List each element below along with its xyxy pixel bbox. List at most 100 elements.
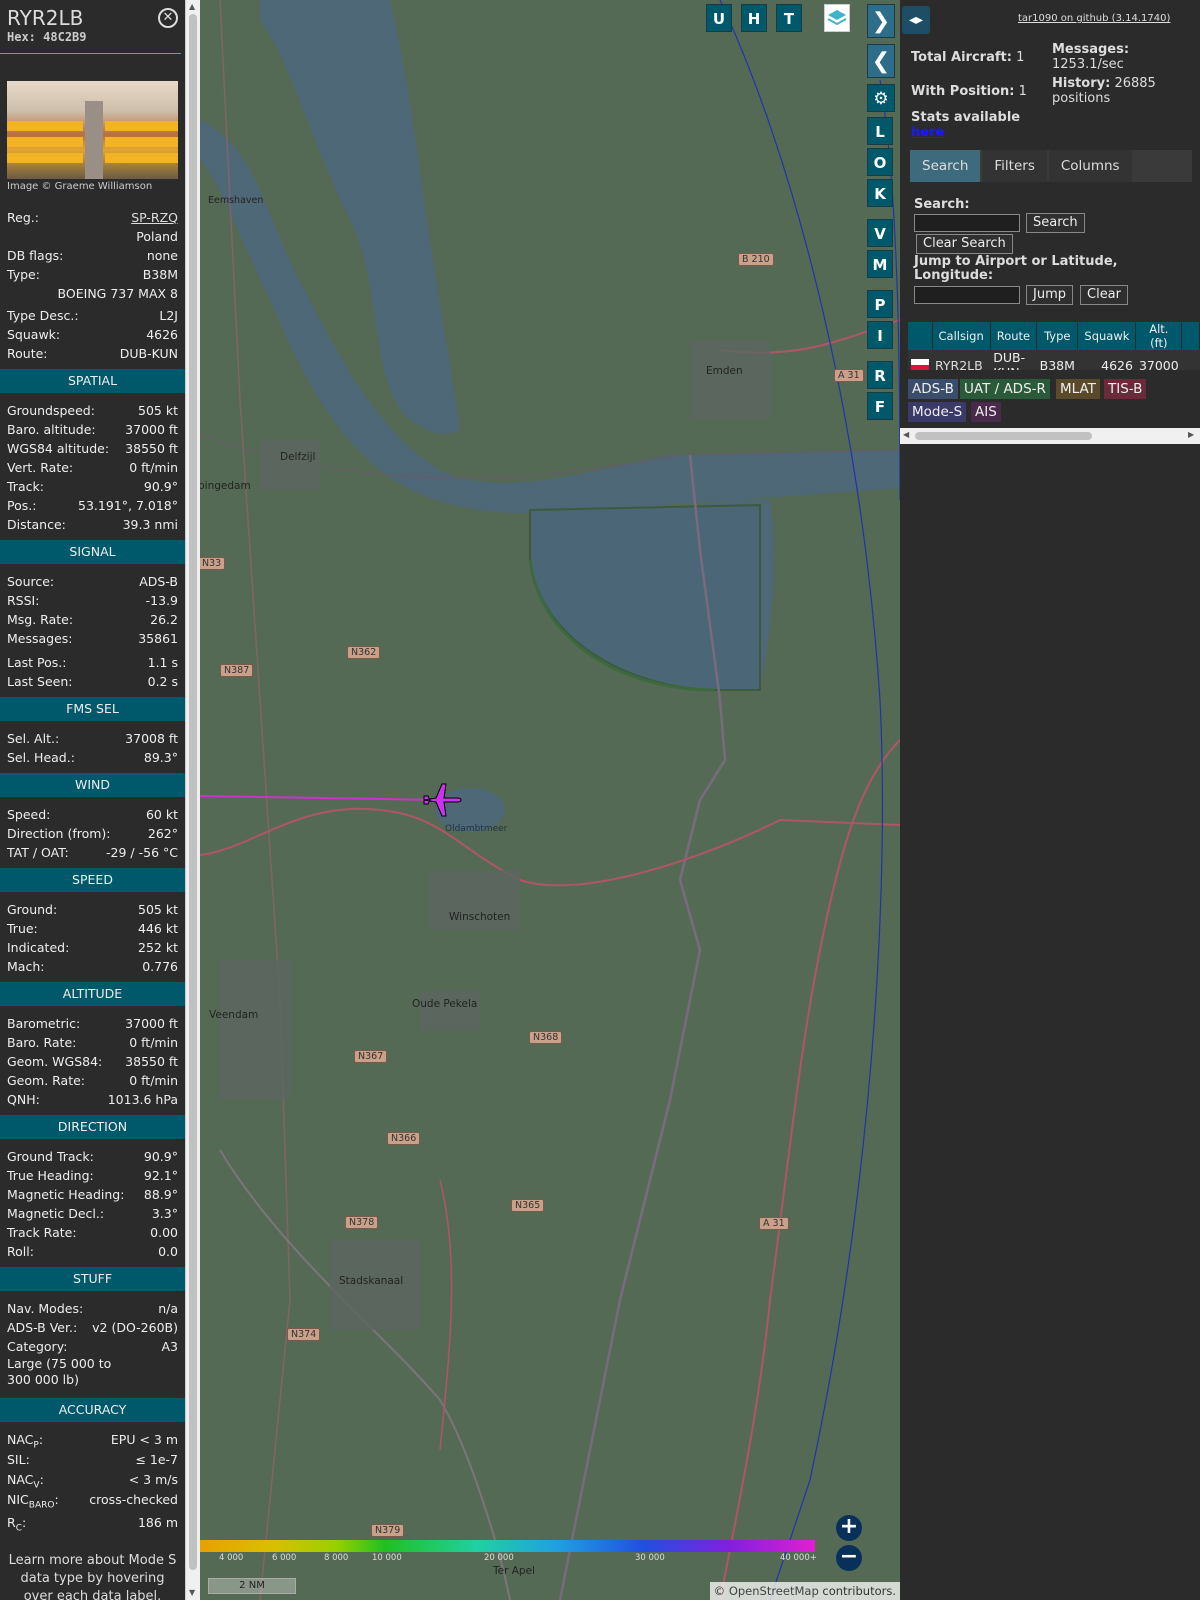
map-button-h[interactable]: H [741,4,767,32]
table-row[interactable]: RYR2LB DUB-KUN B38M 4626 37000 [908,350,1200,370]
clear-button[interactable]: Clear [1080,285,1128,305]
col-alt[interactable]: Alt. (ft) [1135,322,1183,350]
col-type[interactable]: Type [1036,322,1079,350]
map-button-l[interactable]: L [867,117,893,145]
nicbaro-label[interactable]: NIC [7,1492,29,1507]
info-label[interactable]: Sel. Head.: [7,748,75,767]
info-label[interactable]: Track Rate: [7,1223,77,1242]
section-altitude[interactable]: ALTITUDE [0,982,185,1006]
section-speed[interactable]: SPEED [0,868,185,892]
info-label[interactable]: Source: [7,572,54,591]
info-label[interactable]: Last Pos.: [7,653,66,672]
cell-callsign[interactable]: RYR2LB [932,350,991,371]
scroll-up-icon[interactable]: ▲ [189,2,195,11]
info-label[interactable]: Ground: [7,900,57,919]
map-view[interactable]: Emden Delfzijl Winschoten Oude Pekela Ve… [200,0,900,1600]
chip-tisb[interactable]: TIS-B [1104,379,1147,399]
settings-gear-icon[interactable]: ⚙ [867,84,895,112]
chevron-right-icon[interactable]: ❯ [867,4,895,38]
info-label[interactable]: Vert. Rate: [7,458,73,477]
scroll-left-icon[interactable]: ◀ [903,430,909,439]
col-flag[interactable] [908,322,933,350]
scroll-thumb[interactable] [189,14,197,1570]
info-label[interactable]: Groundspeed: [7,401,95,420]
col-route[interactable]: Route [990,322,1038,350]
info-label[interactable]: Baro. Rate: [7,1033,76,1052]
section-spatial[interactable]: SPATIAL [0,369,185,393]
github-link[interactable]: tar1090 on github (3.14.1740) [1018,13,1170,24]
info-label[interactable]: Category: [7,1337,67,1356]
map-button-m[interactable]: M [867,250,893,278]
jump-button[interactable]: Jump [1026,285,1073,305]
nacp-label[interactable]: NAC [7,1432,33,1447]
info-label[interactable]: Magnetic Decl.: [7,1204,104,1223]
map-button-k[interactable]: K [867,179,893,207]
close-icon[interactable]: ✕ [158,8,178,28]
section-fms-sel[interactable]: FMS SEL [0,697,185,721]
info-label[interactable]: Geom. WGS84: [7,1052,102,1071]
info-label[interactable]: Direction (from): [7,824,111,843]
info-label[interactable]: True Heading: [7,1166,94,1185]
section-stuff[interactable]: STUFF [0,1267,185,1291]
info-label[interactable]: Indicated: [7,938,69,957]
info-label[interactable]: WGS84 altitude: [7,439,109,458]
callsign-link[interactable]: RYR2LB [935,358,983,371]
info-label[interactable]: Barometric: [7,1014,80,1033]
section-direction[interactable]: DIRECTION [0,1115,185,1139]
search-button[interactable]: Search [1026,213,1085,233]
info-label[interactable]: Msg. Rate: [7,610,73,629]
chevron-left-icon[interactable]: ❮ [867,44,895,78]
info-label[interactable]: Magnetic Heading: [7,1185,124,1204]
layers-icon[interactable] [824,4,850,32]
stats-link[interactable]: here [911,125,944,140]
map-button-o[interactable]: O [867,148,893,176]
info-label[interactable]: Messages: [7,629,73,648]
col-more[interactable] [1181,322,1200,350]
aircraft-photo[interactable] [7,81,178,179]
info-label[interactable]: RSSI: [7,591,39,610]
info-label[interactable]: True: [7,919,38,938]
search-input[interactable] [914,214,1020,232]
info-label[interactable]: TAT / OAT: [7,843,69,862]
map-button-t[interactable]: T [776,4,802,32]
zoom-out-icon[interactable]: − [836,1545,862,1571]
map-button-i[interactable]: I [867,321,893,349]
nacv-label[interactable]: NAC [7,1472,33,1487]
tab-columns[interactable]: Columns [1048,150,1132,182]
chip-ais[interactable]: AIS [971,402,1001,422]
col-squawk[interactable]: Squawk [1077,322,1137,350]
info-label[interactable]: Mach: [7,957,44,976]
chip-mlat[interactable]: MLAT [1056,379,1100,399]
map-button-r[interactable]: R [867,361,893,389]
map-button-u[interactable]: U [706,4,732,32]
osm-link[interactable]: OpenStreetMap [729,1584,819,1598]
section-signal[interactable]: SIGNAL [0,540,185,564]
info-label[interactable]: Distance: [7,515,66,534]
chip-uat-adsr[interactable]: UAT / ADS-R [960,379,1050,399]
scroll-right-icon[interactable]: ▶ [1188,430,1194,439]
sil-label[interactable]: SIL: [7,1449,30,1470]
map-button-p[interactable]: P [867,290,893,318]
reg-link[interactable]: SP-RZQ [131,208,178,227]
info-label[interactable]: Pos.: [7,496,36,515]
info-label[interactable]: Nav. Modes: [7,1299,83,1318]
section-accuracy[interactable]: ACCURACY [0,1398,185,1422]
zoom-in-icon[interactable]: + [836,1515,862,1541]
hscroll-thumb[interactable] [915,432,1092,440]
info-label[interactable]: Geom. Rate: [7,1071,85,1090]
aircraft-icon[interactable] [420,780,464,820]
section-wind[interactable]: WIND [0,773,185,797]
col-callsign[interactable]: Callsign [932,322,991,350]
expand-collapse-icon[interactable]: ◂▸ [902,6,930,34]
rc-label[interactable]: R [7,1515,16,1530]
table-hscrollbar[interactable]: ◀ ▶ [900,428,1200,444]
info-label[interactable]: QNH: [7,1090,40,1109]
info-label[interactable]: Ground Track: [7,1147,94,1166]
info-label[interactable]: Speed: [7,805,50,824]
tab-filters[interactable]: Filters [982,150,1047,182]
info-scrollbar[interactable]: ▲ ▼ [185,0,200,1600]
info-label[interactable]: ADS-B Ver.: [7,1318,77,1337]
info-label[interactable]: Baro. altitude: [7,420,96,439]
scroll-down-icon[interactable]: ▼ [189,1588,195,1597]
chip-modes[interactable]: Mode-S [908,402,967,422]
